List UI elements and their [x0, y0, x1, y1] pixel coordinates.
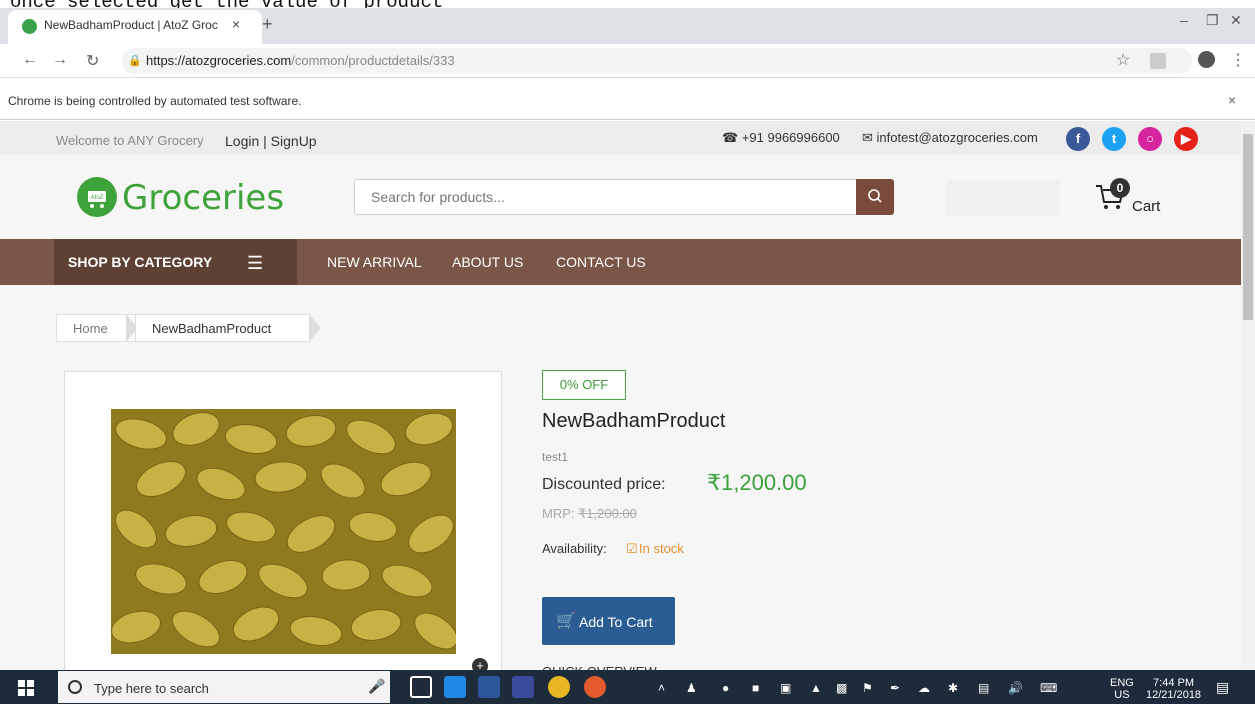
extension-icon[interactable]: [1150, 53, 1166, 69]
microphone-icon[interactable]: 🎤: [368, 678, 385, 695]
windows-start-icon[interactable]: [18, 680, 34, 696]
cart-count-badge: 0: [1110, 178, 1130, 198]
network-app-icon[interactable]: [444, 676, 466, 698]
menu-kebab-icon[interactable]: ⋮: [1230, 50, 1246, 70]
reload-icon[interactable]: ↻: [86, 51, 99, 71]
back-icon[interactable]: ←: [22, 51, 38, 69]
mail-icon: ✉: [862, 130, 873, 145]
tray-cloud-icon[interactable]: ☁: [918, 681, 930, 695]
breadcrumb-end: [309, 314, 321, 342]
shop-by-category-label: SHOP BY CATEGORY: [68, 254, 213, 270]
language-indicator[interactable]: ENG US: [1110, 677, 1134, 701]
email-contact[interactable]: ✉ infotest@atozgroceries.com: [862, 130, 1038, 146]
search-button[interactable]: [856, 179, 894, 215]
url-host: https://atozgroceries.com: [146, 53, 292, 68]
discounted-price-label: Discounted price:: [542, 476, 666, 493]
product-title: NewBadhamProduct: [542, 410, 726, 432]
tray-app-icon[interactable]: ●: [722, 681, 729, 695]
search-input[interactable]: [354, 179, 857, 215]
breadcrumb-home[interactable]: Home: [56, 314, 136, 342]
forward-icon[interactable]: →: [52, 51, 68, 69]
tray-security-icon[interactable]: ▲: [810, 681, 822, 695]
minimize-icon[interactable]: –: [1180, 12, 1188, 28]
restore-icon[interactable]: ❐: [1206, 12, 1219, 29]
infobar-close-icon[interactable]: ×: [1228, 92, 1236, 108]
keyboard-icon[interactable]: ⌨: [1040, 681, 1057, 695]
people-icon[interactable]: ♟: [686, 681, 697, 695]
taskbar-clock[interactable]: 7:44 PM 12/21/2018: [1146, 677, 1201, 701]
url-path: /common/productdetails/333: [291, 53, 455, 68]
product-description: test1: [542, 450, 569, 464]
tray-download-icon[interactable]: ▣: [780, 681, 791, 695]
bluetooth-icon[interactable]: ✱: [948, 681, 958, 695]
eclipse-icon[interactable]: [512, 676, 534, 698]
facebook-icon[interactable]: f: [1066, 127, 1090, 151]
logo-icon[interactable]: AtoZ: [77, 177, 117, 217]
url-text[interactable]: https://atozgroceries.com/common/product…: [146, 53, 455, 68]
scrollbar-thumb[interactable]: [1243, 134, 1253, 320]
notification-icon[interactable]: ▤: [1216, 679, 1229, 696]
add-to-cart-label: Add To Cart: [579, 614, 653, 630]
phone-icon: ☎: [722, 130, 739, 145]
task-view-icon[interactable]: [410, 676, 432, 698]
search-icon: [868, 189, 882, 203]
window-close-icon[interactable]: ✕: [1230, 12, 1242, 29]
infobar-text: Chrome is being controlled by automated …: [8, 94, 302, 108]
twitter-icon[interactable]: t: [1102, 127, 1126, 151]
phone-contact: ☎ +91 9966996600: [722, 130, 840, 146]
nav-link-new-arrival[interactable]: NEW ARRIVAL: [327, 254, 422, 270]
faded-header-button[interactable]: [946, 180, 1060, 216]
checkbox-icon: ☑: [626, 541, 638, 556]
chrome-icon[interactable]: [548, 676, 570, 698]
discounted-price-value: ₹1,200.00: [707, 470, 807, 495]
volume-icon[interactable]: 🔊: [1008, 681, 1023, 695]
taskbar-search-placeholder: Type here to search: [94, 681, 209, 696]
tab-title: NewBadhamProduct | AtoZ Groc: [44, 18, 218, 32]
login-signup-link[interactable]: Login | SignUp: [225, 133, 317, 149]
nav-link-contact-us[interactable]: CONTACT US: [556, 254, 646, 270]
star-icon[interactable]: ☆: [1116, 50, 1130, 70]
discount-badge: 0% OFF: [542, 370, 626, 400]
new-tab-button[interactable]: +: [262, 14, 273, 35]
mrp-value: ₹1,200.00: [578, 506, 637, 521]
network-icon[interactable]: ▤: [978, 681, 989, 695]
favicon-icon: [22, 19, 37, 34]
welcome-text: Welcome to ANY Grocery: [56, 133, 204, 148]
youtube-icon[interactable]: ▶: [1174, 127, 1198, 151]
tray-shield-icon[interactable]: ■: [752, 681, 759, 695]
profile-icon[interactable]: [1198, 51, 1215, 68]
product-image[interactable]: [111, 409, 458, 654]
breadcrumb-current: NewBadhamProduct: [136, 314, 310, 342]
clock-date: 12/21/2018: [1146, 689, 1202, 701]
tab-close-icon[interactable]: ×: [232, 16, 240, 32]
lock-icon: 🔒: [128, 55, 142, 67]
nav-link-about-us[interactable]: ABOUT US: [452, 254, 523, 270]
cart-small-icon: 🛒: [556, 613, 576, 630]
chrome-active-icon[interactable]: [584, 676, 606, 698]
language-line1: ENG: [1110, 677, 1134, 689]
tray-chevron-icon[interactable]: ˄: [658, 681, 665, 695]
logo-badge-text: AtoZ: [91, 195, 104, 201]
email-address: infotest@atozgroceries.com: [876, 130, 1038, 145]
word-icon[interactable]: [478, 676, 500, 698]
mrp-label: MRP:: [542, 506, 575, 521]
clock-time: 7:44 PM: [1153, 677, 1195, 689]
tray-flag-icon[interactable]: ⚑: [862, 681, 873, 695]
availability-value: In stock: [639, 541, 684, 556]
availability-label: Availability:: [542, 541, 607, 556]
tray-pen-icon[interactable]: ✒: [890, 681, 900, 695]
cortana-icon: [68, 680, 82, 694]
language-line2: US: [1114, 689, 1130, 701]
hamburger-icon[interactable]: ☰: [247, 253, 263, 274]
phone-number: +91 9966996600: [741, 130, 840, 145]
logo-text[interactable]: Groceries: [122, 178, 284, 218]
instagram-icon[interactable]: ○: [1138, 127, 1162, 151]
cart-label[interactable]: Cart: [1132, 198, 1160, 215]
tray-green-icon[interactable]: ▩: [836, 681, 847, 695]
